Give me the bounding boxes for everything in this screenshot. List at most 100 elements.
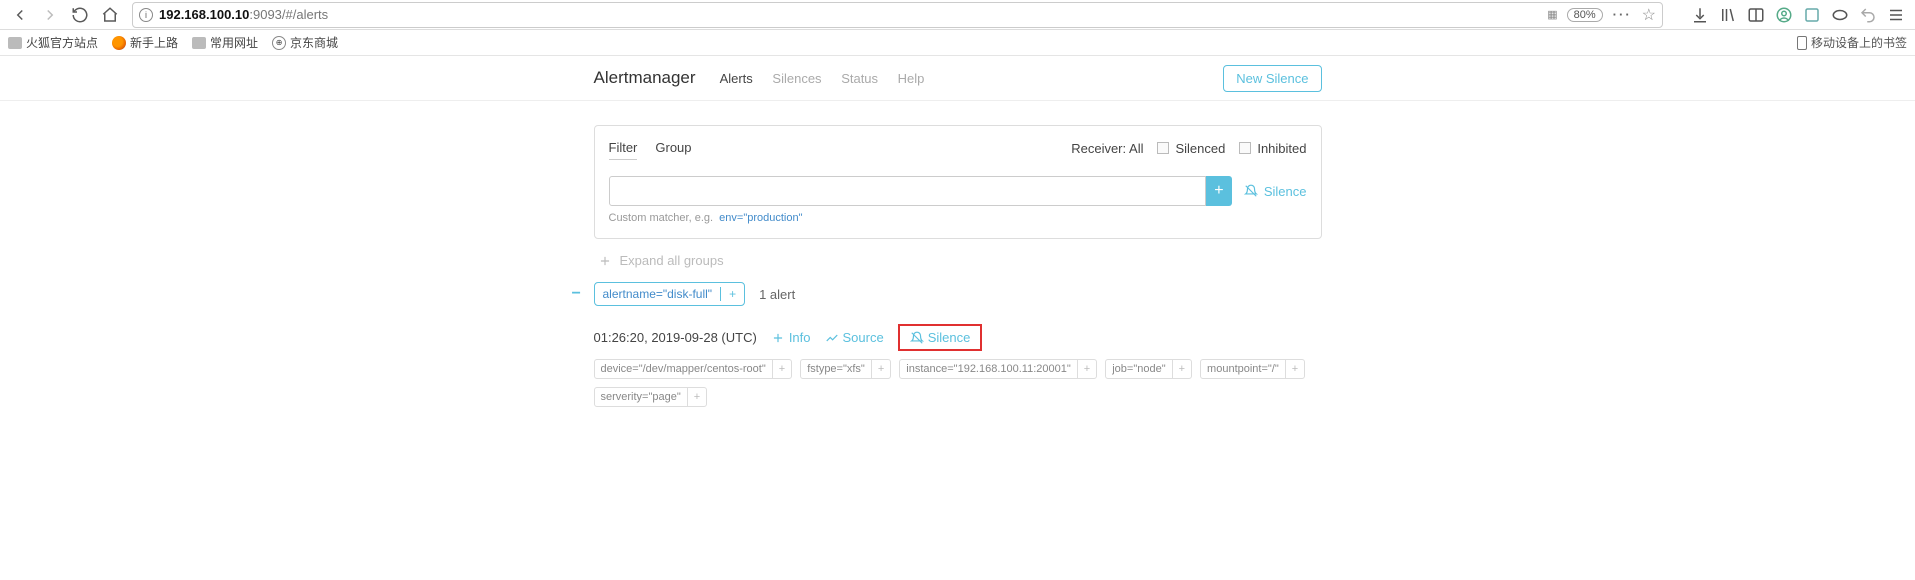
label-text: job="node" [1106, 360, 1171, 378]
add-matcher-button[interactable]: + [1206, 176, 1232, 206]
undo-typing-icon[interactable] [1859, 6, 1877, 24]
zoom-badge[interactable]: 80% [1567, 8, 1603, 22]
main-container: Filter Group Receiver: All Silenced Inhi… [594, 125, 1322, 407]
filter-options: Receiver: All Silenced Inhibited [1071, 141, 1306, 156]
matcher-input[interactable] [609, 176, 1206, 206]
expand-all-label: Expand all groups [620, 253, 724, 268]
mobile-bookmarks-label: 移动设备上的书签 [1811, 34, 1907, 51]
alert-label[interactable]: job="node"+ [1105, 359, 1192, 379]
plus-icon [771, 331, 785, 345]
bookmark-item[interactable]: 常用网址 [192, 34, 258, 51]
firefox-icon [112, 36, 126, 50]
site-info-icon[interactable]: i [139, 8, 153, 22]
nav-silences[interactable]: Silences [772, 71, 821, 86]
silence-link-label: Silence [1264, 184, 1307, 199]
label-add-icon[interactable]: + [871, 360, 890, 378]
label-text: instance="192.168.100.11:20001" [900, 360, 1077, 378]
hint-example[interactable]: env="production" [719, 212, 802, 224]
group-matcher-add[interactable]: + [720, 287, 736, 301]
label-add-icon[interactable]: + [1172, 360, 1191, 378]
label-add-icon[interactable]: + [1285, 360, 1304, 378]
label-text: serverity="page" [595, 388, 687, 406]
app-header: Alertmanager Alerts Silences Status Help… [0, 56, 1915, 101]
silenced-label: Silenced [1175, 141, 1225, 156]
filter-input-row: + Silence [609, 176, 1307, 206]
alert-silence-link[interactable]: Silence [898, 324, 983, 351]
toolbar-right [1671, 6, 1909, 24]
label-add-icon[interactable]: + [772, 360, 791, 378]
receiver-label[interactable]: Receiver: All [1071, 141, 1143, 156]
label-add-icon[interactable]: + [1077, 360, 1096, 378]
alert-label[interactable]: instance="192.168.100.11:20001"+ [899, 359, 1097, 379]
addr-right: ▦ 80% ··· ☆ [1547, 5, 1656, 25]
bell-off-icon [910, 331, 924, 345]
bookmark-label: 新手上路 [130, 34, 178, 51]
alert-info-link[interactable]: Info [771, 330, 811, 345]
mobile-bookmarks[interactable]: 移动设备上的书签 [1797, 34, 1907, 51]
alert-count: 1 alert [759, 287, 795, 302]
group-matcher-text: alertname="disk-full" [603, 287, 713, 301]
top-nav: Alerts Silences Status Help [720, 71, 941, 86]
plus-icon [598, 254, 612, 268]
jd-icon: ⊕ [272, 36, 286, 50]
download-icon[interactable] [1691, 6, 1709, 24]
alert-source-link[interactable]: Source [825, 330, 884, 345]
url-host: 192.168.100.10 [159, 7, 249, 22]
inhibited-label: Inhibited [1257, 141, 1306, 156]
chart-icon [825, 331, 839, 345]
page-actions-icon[interactable]: ··· [1613, 7, 1632, 22]
tab-group[interactable]: Group [655, 136, 691, 160]
url-path: :9093/#/alerts [249, 7, 328, 22]
silence-link[interactable]: Silence [1244, 176, 1307, 206]
tab-filter[interactable]: Filter [609, 136, 638, 160]
qr-icon[interactable]: ▦ [1547, 8, 1556, 21]
alert-label[interactable]: fstype="xfs"+ [800, 359, 891, 379]
alert-info-label: Info [789, 330, 811, 345]
alert-group-row: − alertname="disk-full" + 1 alert [594, 282, 1322, 306]
matcher-hint: Custom matcher, e.g. env="production" [609, 212, 1307, 224]
alert-source-label: Source [843, 330, 884, 345]
nav-help[interactable]: Help [898, 71, 925, 86]
checkbox-icon [1157, 142, 1169, 154]
folder-icon [192, 37, 206, 49]
expand-all-groups[interactable]: Expand all groups [598, 253, 1318, 268]
extension-icon-2[interactable] [1831, 6, 1849, 24]
bookmark-label: 火狐官方站点 [26, 34, 98, 51]
nav-alerts[interactable]: Alerts [720, 71, 753, 86]
bookmark-item[interactable]: 火狐官方站点 [8, 34, 98, 51]
bookmark-item[interactable]: 新手上路 [112, 34, 178, 51]
forward-button[interactable] [36, 2, 64, 28]
new-silence-button[interactable]: New Silence [1223, 65, 1321, 92]
extension-icon-1[interactable] [1803, 6, 1821, 24]
nav-status[interactable]: Status [841, 71, 878, 86]
address-bar[interactable]: i 192.168.100.10 :9093/#/alerts ▦ 80% ··… [132, 2, 1663, 28]
library-icon[interactable] [1719, 6, 1737, 24]
home-button[interactable] [96, 2, 124, 28]
inhibited-checkbox[interactable]: Inhibited [1239, 141, 1306, 156]
sidebar-toggle-icon[interactable] [1747, 6, 1765, 24]
alert-row: 01:26:20, 2019-09-28 (UTC) Info Source S… [594, 328, 1322, 347]
silenced-checkbox[interactable]: Silenced [1157, 141, 1225, 156]
labels-row: device="/dev/mapper/centos-root"+ fstype… [594, 359, 1322, 407]
alert-label[interactable]: mountpoint="/"+ [1200, 359, 1305, 379]
bookmark-label: 常用网址 [210, 34, 258, 51]
collapse-group-icon[interactable]: − [572, 285, 581, 303]
reload-button[interactable] [66, 2, 94, 28]
hamburger-menu-icon[interactable] [1887, 6, 1905, 24]
group-matcher-pill[interactable]: alertname="disk-full" + [594, 282, 746, 306]
alert-label[interactable]: device="/dev/mapper/centos-root"+ [594, 359, 793, 379]
alert-label[interactable]: serverity="page"+ [594, 387, 708, 407]
browser-toolbar: i 192.168.100.10 :9093/#/alerts ▦ 80% ··… [0, 0, 1915, 30]
bell-off-icon [1244, 184, 1258, 198]
account-icon[interactable] [1775, 6, 1793, 24]
label-add-icon[interactable]: + [687, 388, 706, 406]
bookmark-item[interactable]: ⊕ 京东商城 [272, 34, 338, 51]
bookmark-star-icon[interactable]: ☆ [1642, 5, 1656, 25]
bookmark-label: 京东商城 [290, 34, 338, 51]
alert-silence-label: Silence [928, 330, 971, 345]
hint-prefix: Custom matcher, e.g. [609, 212, 714, 224]
folder-icon [8, 37, 22, 49]
filter-panel: Filter Group Receiver: All Silenced Inhi… [594, 125, 1322, 239]
back-button[interactable] [6, 2, 34, 28]
label-text: mountpoint="/" [1201, 360, 1285, 378]
